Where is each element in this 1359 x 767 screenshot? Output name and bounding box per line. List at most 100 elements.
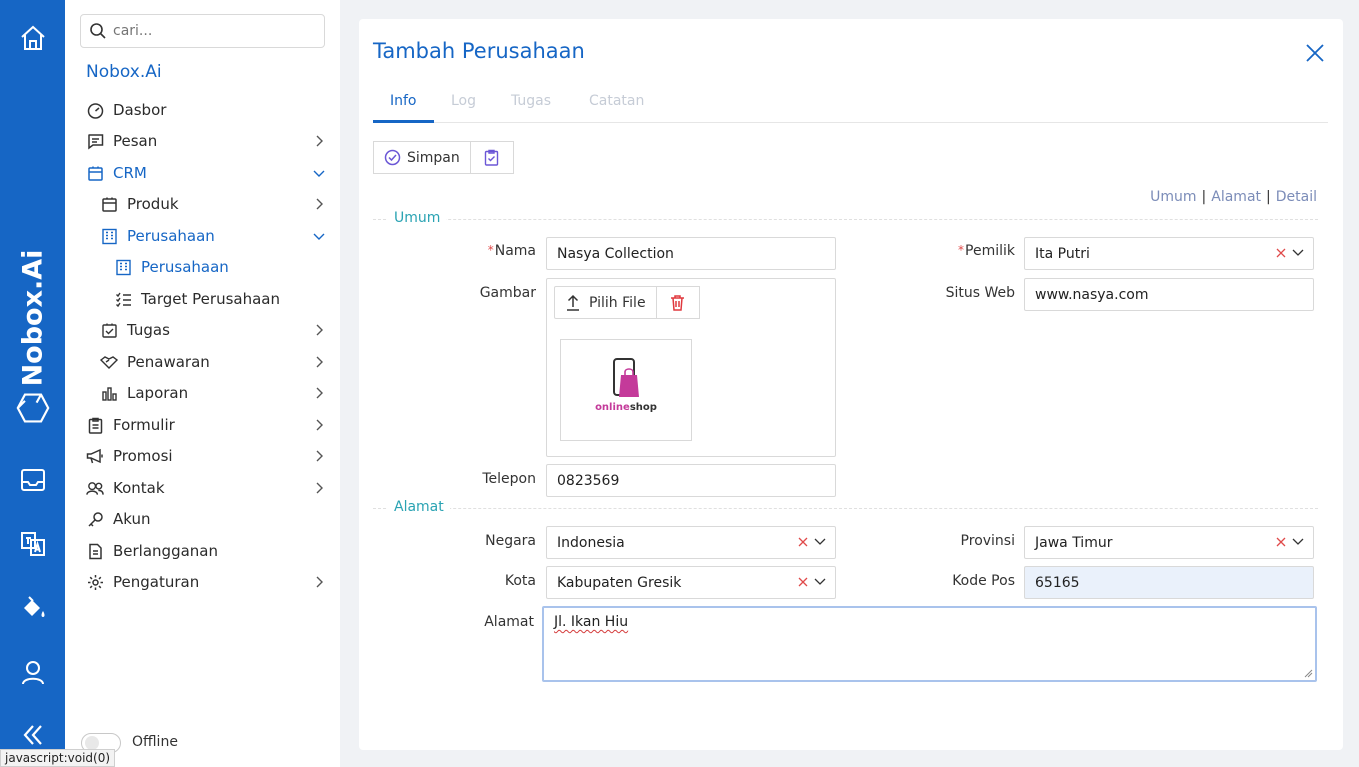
clear-icon[interactable]: [1275, 536, 1287, 548]
tab-catatan[interactable]: Catatan: [589, 93, 644, 109]
user-icon[interactable]: [16, 655, 50, 689]
negara-value: Indonesia: [557, 534, 625, 551]
sidebar-item-laporan[interactable]: Laporan: [65, 379, 340, 407]
section-alamat: Alamat: [373, 499, 1318, 515]
sidebar-item-akun[interactable]: Akun: [65, 505, 340, 533]
gear-icon: [86, 573, 104, 591]
chevron-right-icon: [316, 356, 323, 368]
sidebar-title: Nobox.Ai: [86, 62, 162, 82]
sidebar-item-crm[interactable]: CRM: [65, 159, 340, 187]
file-buttons: Pilih File: [554, 286, 700, 319]
sidebar-item-label: CRM: [113, 164, 147, 182]
search-box[interactable]: [80, 14, 325, 48]
sidebar-item-penawaran[interactable]: Penawaran: [65, 348, 340, 376]
sidebar-item-formulir[interactable]: Formulir: [65, 411, 340, 439]
translate-icon[interactable]: [16, 527, 50, 561]
provinsi-select[interactable]: Jawa Timur: [1024, 526, 1314, 559]
image-upload-box: Pilih File onlineshop: [546, 278, 836, 457]
onlineshop-logo-icon: onlineshop: [595, 358, 657, 413]
sidebar-item-label: Formulir: [113, 416, 175, 434]
search-icon: [90, 23, 106, 39]
sidebar-item-label: Target Perusahaan: [141, 290, 280, 308]
section-anchors: Umum | Alamat | Detail: [1150, 189, 1317, 205]
kode-pos-label: Kode Pos: [952, 573, 1015, 589]
sidebar-item-label: Dasbor: [113, 101, 167, 119]
page-title: Tambah Perusahaan: [373, 39, 585, 63]
choose-file-label: Pilih File: [589, 294, 646, 311]
resize-handle-icon[interactable]: [1304, 669, 1313, 678]
sidebar-item-label: Perusahaan: [141, 258, 229, 276]
choose-file-button[interactable]: Pilih File: [554, 286, 657, 319]
anchor-umum[interactable]: Umum: [1150, 189, 1196, 205]
offline-label: Offline: [132, 734, 178, 750]
crm-icon: [86, 164, 104, 182]
sidebar-item-target-perusahaan[interactable]: Target Perusahaan: [65, 285, 340, 313]
section-label-umum: Umum: [388, 210, 447, 226]
home-icon[interactable]: [16, 21, 50, 55]
form-panel: Tambah Perusahaan Info Log Tugas Catatan…: [359, 19, 1343, 750]
sidebar-item-label: Laporan: [127, 384, 189, 402]
situs-web-field[interactable]: www.nasya.com: [1024, 278, 1314, 311]
search-input[interactable]: [113, 23, 313, 39]
tab-log[interactable]: Log: [451, 93, 476, 109]
negara-select[interactable]: Indonesia: [546, 526, 836, 559]
contacts-icon: [86, 479, 104, 497]
sidebar-item-dasbor[interactable]: Dasbor: [65, 96, 340, 124]
save-button[interactable]: Simpan: [373, 141, 471, 174]
sidebar-item-berlangganan[interactable]: Berlangganan: [65, 537, 340, 565]
checklist-icon: [114, 290, 132, 308]
sidebar-item-perusahaan[interactable]: Perusahaan: [65, 222, 340, 250]
chevron-down-icon: [1292, 249, 1304, 256]
clear-icon[interactable]: [1275, 247, 1287, 259]
status-bar: javascript:void(0): [0, 749, 116, 767]
sidebar-item-label: Berlangganan: [113, 542, 218, 560]
chevron-right-icon: [316, 576, 323, 588]
pemilik-value: Ita Putri: [1035, 245, 1090, 262]
kode-pos-field[interactable]: 65165: [1024, 566, 1314, 599]
telepon-field[interactable]: 0823569: [546, 464, 836, 497]
icon-rail: Nobox.Ai: [0, 0, 65, 767]
sidebar-item-kontak[interactable]: Kontak: [65, 474, 340, 502]
section-label-alamat: Alamat: [388, 499, 450, 515]
save-button-label: Simpan: [407, 149, 460, 166]
pemilik-select[interactable]: Ita Putri: [1024, 237, 1314, 270]
task-clipboard-button[interactable]: [470, 141, 514, 174]
tab-info[interactable]: Info: [390, 93, 417, 109]
alamat-textarea[interactable]: Jl. Ikan Hiu: [542, 606, 1317, 682]
telepon-value: 0823569: [557, 472, 620, 489]
clear-icon[interactable]: [797, 576, 809, 588]
nama-label: *Nama: [487, 243, 536, 259]
sidebar-item-perusahaan-list[interactable]: Perusahaan: [65, 253, 340, 281]
sidebar-item-label: Pesan: [113, 132, 158, 150]
inbox-icon[interactable]: [16, 463, 50, 497]
clear-icon[interactable]: [797, 536, 809, 548]
anchor-alamat[interactable]: Alamat: [1211, 189, 1261, 205]
chevron-down-icon: [1292, 538, 1304, 545]
paint-bucket-icon[interactable]: [16, 591, 50, 625]
sidebar-item-produk[interactable]: Produk: [65, 190, 340, 218]
handshake-icon: [100, 353, 118, 371]
brand-hex-icon[interactable]: [16, 391, 50, 425]
sidebar-item-tugas[interactable]: Tugas: [65, 316, 340, 344]
delete-image-button[interactable]: [656, 286, 700, 319]
sidebar-item-pengaturan[interactable]: Pengaturan: [65, 568, 340, 596]
building-icon: [100, 227, 118, 245]
dashboard-icon: [86, 101, 104, 119]
sidebar-item-label: Penawaran: [127, 353, 210, 371]
brand-vertical: Nobox.Ai: [17, 249, 49, 386]
nama-field[interactable]: Nasya Collection: [546, 237, 836, 270]
chevron-right-icon: [316, 198, 323, 210]
chevron-right-icon: [316, 135, 323, 147]
close-icon[interactable]: [1305, 43, 1325, 63]
collapse-icon[interactable]: [16, 718, 50, 752]
provinsi-label: Provinsi: [960, 533, 1015, 549]
key-icon: [86, 510, 104, 528]
sidebar-item-label: Akun: [113, 510, 151, 528]
sidebar-item-pesan[interactable]: Pesan: [65, 127, 340, 155]
tab-tugas[interactable]: Tugas: [511, 93, 551, 109]
anchor-detail[interactable]: Detail: [1276, 189, 1317, 205]
sidebar-item-promosi[interactable]: Promosi: [65, 442, 340, 470]
negara-label: Negara: [485, 533, 536, 549]
situs-web-label: Situs Web: [945, 285, 1015, 301]
kota-select[interactable]: Kabupaten Gresik: [546, 566, 836, 599]
